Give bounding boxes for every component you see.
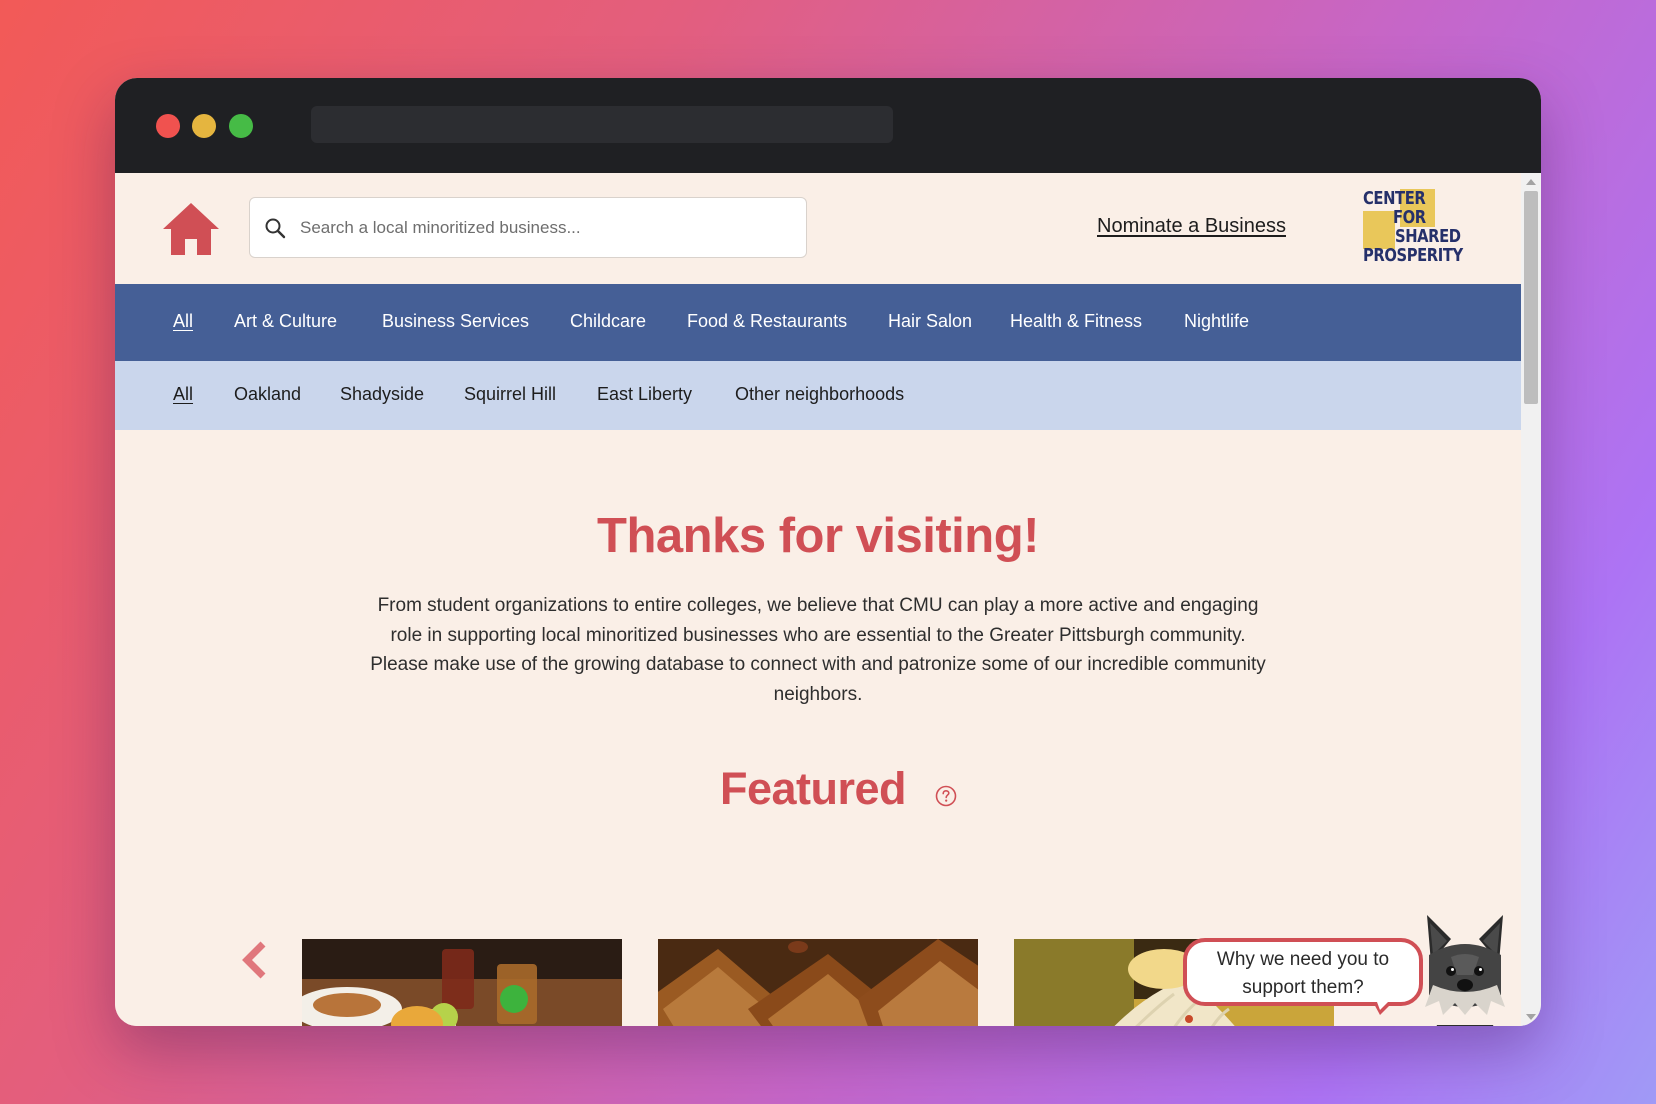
neighborhood-other[interactable]: Other neighborhoods: [735, 384, 904, 405]
category-art-culture[interactable]: Art & Culture: [234, 311, 337, 332]
page-scrollbar[interactable]: [1521, 173, 1541, 1026]
home-icon[interactable]: [161, 201, 221, 257]
minimize-window-button[interactable]: [192, 114, 216, 138]
site-header: Nominate a Business CENTER FOR SHARED PR…: [115, 173, 1521, 284]
maximize-window-button[interactable]: [229, 114, 253, 138]
speech-bubble-tail: [1373, 1002, 1393, 1015]
featured-card-restaurant[interactable]: [302, 939, 622, 1026]
neighborhood-shadyside[interactable]: Shadyside: [340, 384, 424, 405]
hero-description: From student organizations to entire col…: [370, 595, 1266, 705]
question-circle-icon[interactable]: [935, 785, 957, 807]
logo-word: SHARED: [1395, 226, 1461, 247]
restaurant-table-image: [302, 939, 622, 1026]
category-hair-salon[interactable]: Hair Salon: [888, 311, 972, 332]
browser-window: Nominate a Business CENTER FOR SHARED PR…: [115, 78, 1541, 1026]
category-food-restaurants[interactable]: Food & Restaurants: [687, 311, 847, 332]
logo-gold-square: [1363, 211, 1395, 249]
banana-bread-image: [658, 939, 978, 1026]
category-business-services[interactable]: Business Services: [382, 311, 529, 332]
logo-word: CENTER: [1363, 188, 1426, 209]
category-nav: All Art & Culture Business Services Chil…: [115, 284, 1521, 361]
neighborhood-oakland[interactable]: Oakland: [234, 384, 301, 405]
featured-card-bakery[interactable]: [658, 939, 978, 1026]
neighborhood-east-liberty[interactable]: East Liberty: [597, 384, 692, 405]
scrollbar-thumb[interactable]: [1524, 191, 1538, 404]
dog-mascot-icon[interactable]: [1415, 915, 1515, 1026]
logo-word: PROSPERITY: [1363, 245, 1463, 266]
nominate-business-link[interactable]: Nominate a Business: [1097, 215, 1286, 238]
scroll-down-arrow-icon[interactable]: [1526, 1014, 1536, 1020]
hero-title: Thanks for visiting!: [597, 509, 1039, 563]
neighborhood-squirrel-hill[interactable]: Squirrel Hill: [464, 384, 556, 405]
mascot-speech-bubble[interactable]: Why we need you to support them?: [1183, 938, 1423, 1006]
scroll-up-arrow-icon[interactable]: [1526, 179, 1536, 185]
category-childcare[interactable]: Childcare: [570, 311, 646, 332]
window-titlebar: [115, 78, 1541, 173]
featured-title: Featured: [720, 763, 907, 814]
neighborhood-nav: All Oakland Shadyside Squirrel Hill East…: [115, 361, 1521, 430]
category-health-fitness[interactable]: Health & Fitness: [1010, 311, 1142, 332]
category-nightlife[interactable]: Nightlife: [1184, 311, 1249, 332]
category-all[interactable]: All: [173, 311, 193, 332]
neighborhood-all[interactable]: All: [173, 384, 193, 405]
chevron-left-icon[interactable]: [239, 940, 269, 980]
search-box[interactable]: [249, 197, 807, 258]
center-for-shared-prosperity-logo[interactable]: CENTER FOR SHARED PROSPERITY: [1361, 187, 1465, 273]
search-icon: [265, 218, 286, 239]
logo-word: FOR: [1393, 207, 1426, 228]
address-bar[interactable]: [311, 106, 893, 143]
close-window-button[interactable]: [156, 114, 180, 138]
search-input[interactable]: [300, 198, 795, 257]
page-content: Nominate a Business CENTER FOR SHARED PR…: [115, 173, 1521, 1026]
